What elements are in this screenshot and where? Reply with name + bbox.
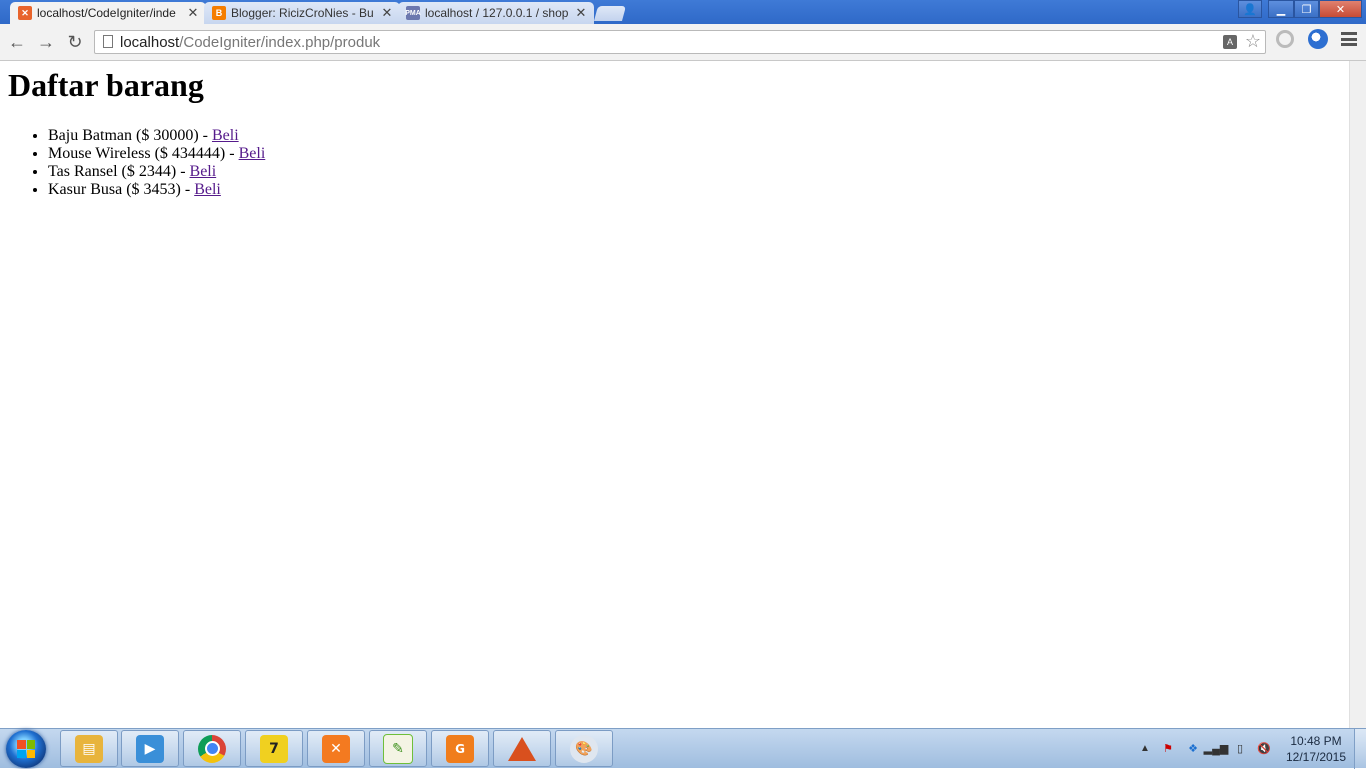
extension-icon[interactable] [1276,30,1294,48]
windows-logo-icon [17,740,35,758]
taskbar-chrome-button[interactable] [183,730,241,767]
beli-link[interactable]: Beli [194,181,221,198]
product-list: Baju Batman ($ 30000) - Beli Mouse Wirel… [48,127,265,199]
taskbar-explorer-button[interactable]: ▤ [60,730,118,767]
product-text: Kasur Busa ($ 3453) - [48,181,195,198]
system-clock[interactable]: 10:48 PM 12/17/2015 [1280,733,1352,765]
url-host: localhost [120,34,180,51]
page-title: Daftar barang [8,67,204,103]
xampp-icon: ✕ [322,734,350,763]
vertical-scrollbar[interactable] [1349,61,1366,728]
close-icon[interactable]: ✕ [186,5,200,21]
tab-codeigniter[interactable]: ✕ localhost/CodeIgniter/inde ✕ [10,2,206,24]
windows-taskbar: ▤ ▶ 7 ✕ ✎ G 🎨 ▲ ⚑ ❖ ▂▄▆ ▯ 🔇 10:48 PM 12/… [0,728,1366,769]
browser-toolbar: ← → ↻ localhost/CodeIgniter/index.php/pr… [0,24,1366,61]
forward-button[interactable]: → [36,32,56,52]
power-icon[interactable]: ▯ [1233,741,1247,755]
url-text[interactable]: localhost/CodeIgniter/index.php/produk [120,34,380,51]
tab-title: Blogger: RicizCroNies - Bu [231,6,374,20]
tab-phpmyadmin[interactable]: PMA localhost / 127.0.0.1 / shop ✕ [398,2,594,24]
taskbar-foxit-pdf-button[interactable]: G [431,730,489,767]
restore-button[interactable]: ❐ [1294,0,1319,18]
restore-icon: ❐ [1301,3,1312,16]
taskbar-notepad-plus-button[interactable]: ✎ [369,730,427,767]
beli-link[interactable]: Beli [190,163,217,180]
clock-date: 12/17/2015 [1285,750,1347,764]
product-text: Mouse Wireless ($ 434444) - [48,145,239,162]
bookmark-star-icon[interactable]: ☆ [1245,31,1261,52]
dropbox-icon[interactable]: ❖ [1186,741,1200,755]
show-desktop-button[interactable] [1354,729,1366,769]
beli-link[interactable]: Beli [239,145,266,162]
matlab-icon [508,735,536,763]
pdf-icon: G [446,734,474,763]
list-item: Mouse Wireless ($ 434444) - Beli [48,145,265,163]
page-content: Daftar barang Baju Batman ($ 30000) - Be… [0,61,1349,728]
list-item: Tas Ransel ($ 2344) - Beli [48,163,265,181]
app-7-icon: 7 [260,734,288,763]
user-icon: 👤 [1243,3,1257,16]
profile-button[interactable]: 👤 [1238,0,1262,18]
folder-icon: ▤ [75,734,103,763]
clock-time: 10:48 PM [1290,734,1342,748]
beli-link[interactable]: Beli [212,127,239,144]
reload-button[interactable]: ↻ [65,32,85,52]
tab-blogger[interactable]: B Blogger: RicizCroNies - Bu ✕ [204,2,400,24]
arrow-left-icon: ← [8,31,26,52]
extension-globe-icon[interactable] [1308,29,1328,49]
tab-title: localhost/CodeIgniter/inde [37,6,176,20]
xampp-favicon-icon: ✕ [18,6,32,20]
start-button[interactable] [6,730,46,768]
minimize-button[interactable]: ▁ [1268,0,1294,18]
volume-muted-icon[interactable]: 🔇 [1257,741,1271,755]
list-item: Baju Batman ($ 30000) - Beli [48,127,265,145]
list-item: Kasur Busa ($ 3453) - Beli [48,181,265,199]
page-icon [103,35,113,48]
minimize-icon: ▁ [1276,3,1286,16]
media-player-icon: ▶ [136,734,164,763]
reload-icon: ↻ [67,31,83,52]
window-close-button[interactable]: ✕ [1319,0,1362,18]
product-text: Tas Ransel ($ 2344) - [48,163,190,180]
close-icon: ✕ [1335,3,1346,16]
chrome-icon [198,734,226,763]
blogger-favicon-icon: B [212,6,226,20]
taskbar-media-player-button[interactable]: ▶ [121,730,179,767]
taskbar-matlab-button[interactable] [493,730,551,767]
close-icon[interactable]: ✕ [574,5,588,21]
taskbar-paint-button[interactable]: 🎨 [555,730,613,767]
tab-title: localhost / 127.0.0.1 / shop [425,6,569,20]
back-button[interactable]: ← [7,32,27,52]
action-center-flag-icon[interactable]: ⚑ [1161,741,1175,755]
new-tab-button[interactable] [593,6,627,21]
close-icon[interactable]: ✕ [380,5,394,21]
network-signal-icon[interactable]: ▂▄▆ [1204,741,1229,755]
address-bar[interactable]: localhost/CodeIgniter/index.php/produk A… [94,30,1266,54]
taskbar-app-7-button[interactable]: 7 [245,730,303,767]
url-path: /CodeIgniter/index.php/produk [179,34,381,51]
phpmyadmin-favicon-icon: PMA [405,6,421,20]
taskbar-xampp-button[interactable]: ✕ [307,730,365,767]
tray-expand-icon[interactable]: ▲ [1140,743,1150,754]
arrow-right-icon: → [37,31,55,52]
product-text: Baju Batman ($ 30000) - [48,127,212,144]
chrome-menu-icon[interactable] [1341,32,1357,46]
browser-tab-strip: ✕ localhost/CodeIgniter/inde ✕ B Blogger… [0,0,1366,24]
translate-icon[interactable]: A [1223,35,1237,49]
paint-palette-icon: 🎨 [570,734,598,763]
notepad-plus-icon: ✎ [383,733,413,764]
